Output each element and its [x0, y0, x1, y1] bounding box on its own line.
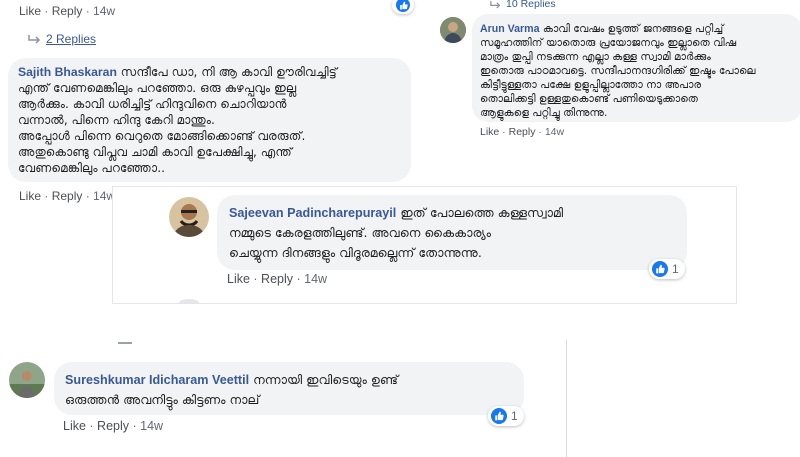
replies-link[interactable]: 10 Replies — [506, 0, 556, 10]
comment-line-1: Sajith Bhaskaran സന്ദീപേ ഡാ, നി ആ കാവി ഊ… — [18, 65, 337, 79]
partial-text-edge — [118, 342, 132, 344]
comment-line: നമ്മുടെ കേരളത്തിലുണ്ട്. അവനെ കൈകാര്യം — [229, 225, 492, 240]
comment-line: ഇതൊരു പാഠമാവട്ടെ. സന്ദീപാനന്ദഗിരിക്ക് ഇഷ… — [480, 65, 756, 77]
comment-bubble: Arun Varma കാവി വേഷം ഉടുത്ത് ജനങ്ങളെ പറ്… — [472, 14, 800, 122]
comment-author[interactable]: Arun Varma — [480, 23, 539, 35]
screenshot-sajeevan: Sajeevan Padincharepurayil ഇത് പോലത്തെ ക… — [112, 186, 737, 304]
like-link[interactable]: Like — [63, 419, 86, 433]
reaction-badge-partial — [392, 0, 414, 14]
reply-link[interactable]: Reply — [261, 272, 293, 286]
comment-bubble: Sajith Bhaskaran സന്ദീപേ ഡാ, നി ആ കാവി ഊ… — [8, 58, 411, 182]
timestamp: 14w — [93, 4, 116, 18]
comment-line: ചെയ്യുന്ന ദിനങ്ങളും വിദൂരമല്ലെന്ന് തോന്ന… — [229, 245, 482, 260]
like-link[interactable]: Like — [19, 189, 41, 203]
comment-actions: Like · Reply · 14w — [63, 419, 164, 433]
top-actions: Like · Reply · 14w — [19, 4, 116, 18]
reply-link[interactable]: Reply — [52, 4, 83, 18]
avatar[interactable] — [169, 197, 209, 237]
comment-line: തൊലിക്കട്ടി ഉള്ളതുകൊണ്ട് പണിയെടുക്കാതെ — [480, 93, 698, 105]
comment-actions: Like · Reply · 14w — [480, 126, 565, 138]
reply-link[interactable]: Reply — [97, 419, 129, 433]
divider — [566, 340, 567, 457]
reaction-badge[interactable]: 1 — [649, 259, 685, 279]
reply-arrow-icon — [28, 35, 41, 44]
next-comment-edge — [179, 299, 199, 303]
thumbs-up-icon — [652, 261, 668, 277]
comment-bubble: Sureshkumar Idicharam Veettil നന്നായി ഇവ… — [54, 362, 524, 415]
comment-line: അപ്പോൾ പിന്നെ വെറുതെ മോങ്ങിക്കൊണ്ട് വരരു… — [18, 129, 306, 143]
replies-toggle[interactable]: 10 Replies — [490, 0, 556, 10]
replies-link[interactable]: 2 Replies — [46, 32, 96, 46]
comment-line: വന്നാൽ, പിന്നെ ഹിന്ദു കേറി മാന്തും. — [18, 113, 215, 127]
avatar[interactable] — [9, 362, 45, 398]
reaction-badge[interactable]: 1 — [488, 406, 524, 426]
reaction-count: 1 — [511, 409, 518, 423]
reaction-count: 1 — [672, 262, 679, 276]
comment-line-1: Sajeevan Padincharepurayil ഇത് പോലത്തെ ക… — [229, 205, 564, 220]
comment-author[interactable]: Sureshkumar Idicharam Veettil — [65, 373, 249, 387]
comment-line: ഒരുത്തൻ അവനിട്ടും കിട്ടണം നാല് — [65, 392, 260, 407]
reply-link[interactable]: Reply — [509, 126, 536, 138]
comment-line: എന്ത് വേണമെങ്കിലും പറഞ്ഞോ. ഒരു കുഴപ്പവും… — [18, 81, 297, 95]
thumbs-up-icon — [396, 0, 410, 12]
timestamp: 14w — [544, 126, 565, 138]
comment-line: ആളുകളെ പറ്റിച്ചു തിന്നുന്നു. — [480, 107, 608, 119]
comment-line: കിട്ടീട്ടുള്ളതാ പക്ഷേ ഉളുപ്പില്ലാത്തോ നാ… — [480, 79, 702, 91]
comment-actions: Like · Reply · 14w — [19, 189, 116, 203]
comment-line: സമൂഹത്തിന് യാതൊരു പ്രയോജനവും ഇല്ലാതെ വിഷ — [480, 37, 737, 49]
reply-link[interactable]: Reply — [52, 189, 83, 203]
thumbs-up-icon — [491, 408, 507, 424]
comment-line-1: Sureshkumar Idicharam Veettil നന്നായി ഇവ… — [65, 372, 399, 387]
comment-author[interactable]: Sajeevan Padincharepurayil — [229, 206, 396, 220]
screenshot-sajith: Like · Reply · 14w 2 Replies Sajith Bhas… — [0, 0, 420, 210]
comment-line: വേണമെങ്കിലും പറഞ്ഞോ.. — [18, 161, 165, 175]
comment-line: മാത്രം തുപ്പി നടക്കുന്ന എല്ലാ കള്ള സ്വാമ… — [480, 51, 711, 63]
like-link[interactable]: Like — [480, 126, 499, 138]
timestamp: 14w — [140, 419, 164, 433]
screenshot-suresh: Sureshkumar Idicharam Veettil നന്നായി ഇവ… — [0, 340, 570, 457]
comment-author[interactable]: Sajith Bhaskaran — [18, 65, 117, 79]
timestamp: 14w — [304, 272, 328, 286]
screenshot-arun: 10 Replies Arun Varma കാവി വേഷം ഉടുത്ത് … — [424, 0, 800, 146]
like-link[interactable]: Like — [227, 272, 250, 286]
comment-bubble: Sajeevan Padincharepurayil ഇത് പോലത്തെ ക… — [217, 195, 687, 270]
reply-arrow-icon — [490, 0, 501, 8]
avatar[interactable] — [440, 17, 466, 43]
comment-line: അതുകൊണ്ടു വിപ്ലവ ചാമി കാവി ഉപേക്ഷിച്ചു, … — [18, 145, 292, 159]
comment-line: ആർക്കും. കാവി ധരിച്ചിട്ട് ഹിന്ദുവിനെ ചൊറ… — [18, 97, 287, 111]
like-link[interactable]: Like — [19, 4, 41, 18]
comment-line-1: Arun Varma കാവി വേഷം ഉടുത്ത് ജനങ്ങളെ പറ്… — [480, 23, 724, 35]
comment-actions: Like · Reply · 14w — [227, 272, 328, 286]
replies-toggle[interactable]: 2 Replies — [28, 32, 96, 46]
